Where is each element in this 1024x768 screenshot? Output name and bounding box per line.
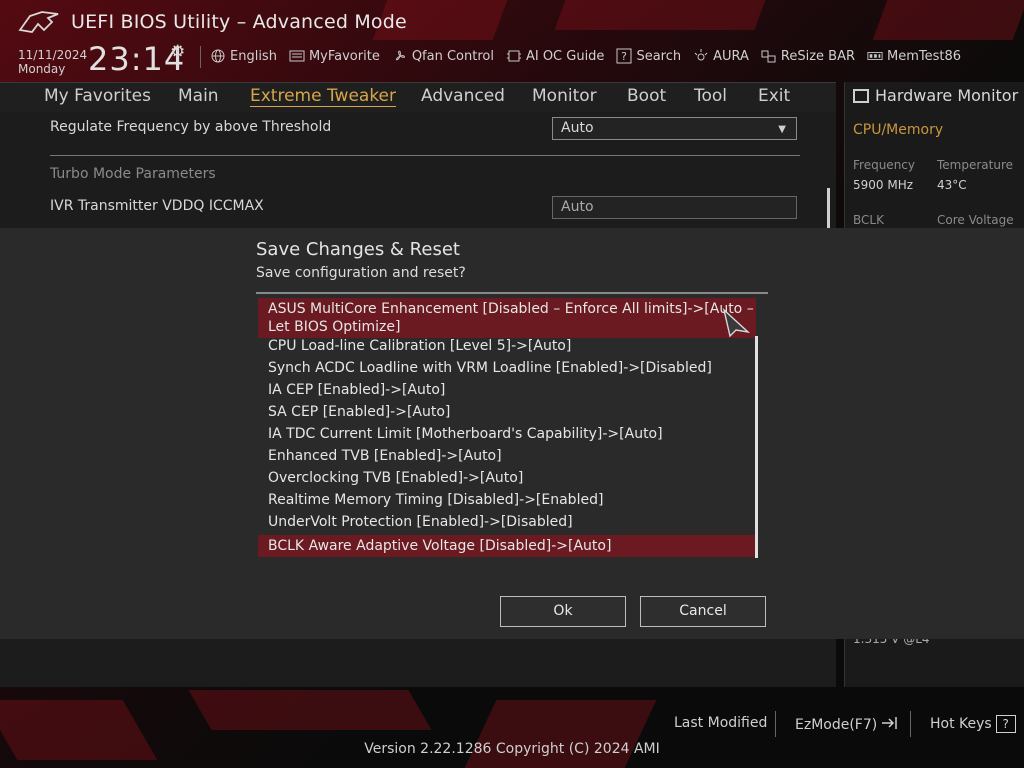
toolbar-label: AI OC Guide	[525, 48, 605, 64]
footer-divider	[775, 711, 776, 737]
bclk-label: BCLK	[853, 213, 884, 227]
date-text: 11/11/2024	[18, 48, 88, 62]
list-item[interactable]: ASUS MultiCore Enhancement [Disabled – E…	[258, 298, 756, 338]
list-item[interactable]: UnderVolt Protection [Enabled]->[Disable…	[258, 513, 756, 531]
ivr-vddq-label: IVR Transmitter VDDQ ICCMAX	[50, 198, 264, 214]
svg-text:?: ?	[622, 50, 628, 63]
chip-icon	[506, 48, 522, 64]
fan-icon	[392, 48, 408, 64]
dialog-subtitle: Save configuration and reset?	[256, 265, 466, 281]
toolbar-label: MemTest86	[887, 48, 962, 64]
ezmode-label: EzMode(F7)	[795, 717, 878, 733]
temperature-value: 43°C	[937, 178, 967, 192]
monitor-icon	[853, 88, 869, 103]
list-item[interactable]: BCLK Aware Adaptive Voltage [Disabled]->…	[258, 535, 756, 557]
toolbar-label: English	[230, 48, 277, 64]
dialog-divider	[256, 292, 768, 294]
clock-settings-icon[interactable]: ⚙	[170, 42, 185, 62]
last-modified-label: Last Modified	[674, 715, 768, 731]
globe-icon	[210, 48, 226, 64]
question-icon: ?	[616, 48, 632, 64]
light-icon	[693, 48, 709, 64]
toolbar-aura[interactable]: AURA	[693, 46, 749, 66]
app-title: UEFI BIOS Utility – Advanced Mode	[71, 11, 407, 33]
main-menu-bar: My Favorites Main Extreme Tweaker Advanc…	[0, 82, 836, 112]
temperature-label: Temperature	[937, 158, 1014, 172]
hardware-monitor-title: Hardware Monitor	[853, 86, 1018, 105]
ok-button[interactable]: Ok	[500, 596, 626, 627]
version-text: Version 2.22.1286 Copyright (C) 2024 AMI	[364, 741, 660, 757]
turbo-section-heading: Turbo Mode Parameters	[50, 166, 216, 182]
footer-divider	[910, 711, 911, 737]
list-item[interactable]: Enhanced TVB [Enabled]->[Auto]	[258, 447, 756, 465]
toolbar-memtest[interactable]: MemTest86	[867, 46, 961, 66]
tab-tool[interactable]: Tool	[694, 86, 727, 106]
cancel-button[interactable]: Cancel	[640, 596, 766, 627]
toolbar-label: ReSize BAR	[780, 48, 856, 64]
settings-scrollbar[interactable]	[827, 188, 830, 228]
ivr-vddq-field[interactable]: Auto	[552, 196, 797, 219]
frequency-label: Frequency	[853, 158, 915, 172]
header-toolbar: English MyFavorite Qfan Control AI OC Gu…	[210, 46, 973, 66]
chevron-down-icon: ▼	[778, 124, 786, 135]
tab-boot[interactable]: Boot	[627, 86, 666, 106]
help-key-icon: ?	[995, 715, 1016, 733]
weekday-text: Monday	[18, 62, 66, 76]
cpu-memory-heading: CPU/Memory	[853, 122, 944, 138]
toolbar-myfavorite[interactable]: MyFavorite	[289, 46, 380, 66]
change-list[interactable]: ASUS MultiCore Enhancement [Disabled – E…	[258, 298, 766, 560]
toolbar-language[interactable]: English	[210, 46, 277, 66]
tab-advanced[interactable]: Advanced	[421, 86, 505, 106]
toolbar-label: MyFavorite	[308, 48, 380, 64]
tab-my-favorites[interactable]: My Favorites	[44, 86, 151, 106]
hw-title-text: Hardware Monitor	[875, 86, 1019, 105]
tab-monitor[interactable]: Monitor	[532, 86, 597, 106]
toolbar-qfan[interactable]: Qfan Control	[392, 46, 494, 66]
regulate-frequency-select[interactable]: Auto ▼	[552, 117, 797, 140]
select-value: Auto	[561, 120, 594, 136]
resize-bar-icon	[761, 48, 777, 64]
toolbar-search[interactable]: ? Search	[616, 46, 681, 66]
hotkeys-label: Hot Keys	[930, 716, 992, 732]
regulate-frequency-label: Regulate Frequency by above Threshold	[50, 119, 332, 135]
toolbar-label: Search	[636, 48, 682, 64]
tab-extreme-tweaker[interactable]: Extreme Tweaker	[250, 86, 397, 107]
list-item[interactable]: Synch ACDC Loadline with VRM Loadline [E…	[258, 359, 756, 377]
star-list-icon	[289, 48, 305, 64]
header-divider	[200, 46, 201, 68]
list-item[interactable]: Overclocking TVB [Enabled]->[Auto]	[258, 469, 756, 487]
frequency-value: 5900 MHz	[853, 178, 914, 192]
toolbar-ai-oc-guide[interactable]: AI OC Guide	[506, 46, 604, 66]
list-item[interactable]: CPU Load-line Calibration [Level 5]->[Au…	[258, 337, 756, 355]
mouse-cursor-icon	[722, 308, 750, 338]
list-item[interactable]: Realtime Memory Timing [Disabled]->[Enab…	[258, 491, 756, 509]
ezmode-button[interactable]: EzMode(F7)	[795, 715, 900, 735]
list-item[interactable]: IA CEP [Enabled]->[Auto]	[258, 381, 756, 399]
field-value: Auto	[561, 199, 594, 215]
toolbar-label: AURA	[713, 48, 749, 64]
tab-main[interactable]: Main	[178, 86, 219, 106]
memory-icon	[867, 48, 883, 64]
date-display: 11/11/2024 Monday	[18, 48, 87, 76]
change-list-scrollbar[interactable]	[755, 336, 758, 558]
rog-logo-icon	[18, 11, 59, 33]
dialog-title: Save Changes & Reset	[256, 239, 460, 260]
hotkeys-button[interactable]: Hot Keys ?	[930, 715, 1016, 733]
list-item[interactable]: SA CEP [Enabled]->[Auto]	[258, 403, 756, 421]
exit-arrow-icon	[880, 715, 900, 735]
section-divider	[50, 155, 800, 156]
header-bar: UEFI BIOS Utility – Advanced Mode 11/11/…	[0, 0, 1024, 82]
last-modified-button[interactable]: Last Modified	[674, 715, 767, 731]
toolbar-label: Qfan Control	[411, 48, 494, 64]
toolbar-resize-bar[interactable]: ReSize BAR	[761, 46, 855, 66]
core-voltage-label: Core Voltage	[937, 213, 1014, 227]
list-item[interactable]: IA TDC Current Limit [Motherboard's Capa…	[258, 425, 756, 443]
tab-exit[interactable]: Exit	[758, 86, 790, 106]
